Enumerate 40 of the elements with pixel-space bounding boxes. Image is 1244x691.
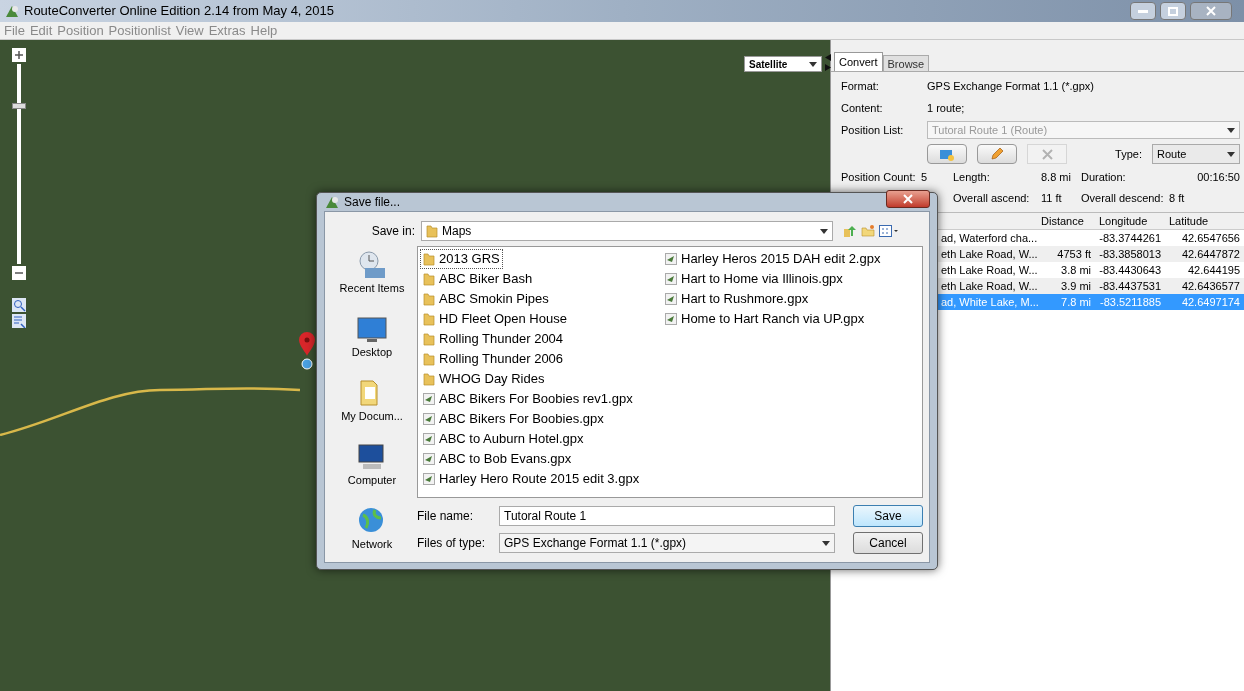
table-cell: 42.6436577: [1181, 280, 1240, 292]
stat-value: 8.8 mi: [1041, 170, 1071, 185]
stat-value: 11 ft: [1041, 190, 1062, 206]
stat-value: 5: [921, 170, 928, 185]
dialog-title: Save file...: [344, 194, 401, 211]
stat-value: 00:16:50: [1197, 170, 1240, 185]
stat-label: Overall descend:: [1081, 190, 1165, 206]
table-cell: 7.8 mi: [1061, 296, 1091, 308]
field-label: Type:: [1115, 146, 1142, 162]
table-cell: 4753 ft: [1057, 248, 1091, 260]
stat-label: Overall ascend:: [953, 190, 1031, 206]
stat-label: Position Count:: [841, 170, 917, 185]
table-cell: 42.6447872: [1181, 248, 1240, 260]
stat-label: Length:: [953, 170, 991, 185]
field-label: Position List:: [841, 122, 905, 138]
table-cell: 3.9 mi: [1061, 280, 1091, 292]
table-cell: -83.5211885: [1100, 296, 1161, 308]
table-cell: -83.3744261: [1099, 232, 1161, 244]
window-title: RouteConverter Online Edition 2.14 from May 4, 2015: [24, 2, 334, 21]
table-cell: eth Lake Road, W...: [941, 280, 1038, 292]
table-cell: -83.4437531: [1099, 280, 1161, 292]
table-cell: -83.3858013: [1099, 248, 1161, 260]
format-value: GPS Exchange Format 1.1 (*.gpx): [927, 79, 1094, 94]
save-in-label: Save in:: [370, 223, 415, 240]
table-cell: eth Lake Road, W...: [941, 264, 1038, 276]
table-cell: -83.4430643: [1099, 264, 1161, 276]
stat-value: 8 ft: [1169, 190, 1185, 206]
stat-label: Duration:: [1081, 170, 1127, 185]
table-cell: ad, Waterford cha...: [941, 232, 1038, 244]
table-cell: 42.6547656: [1181, 232, 1240, 244]
table-cell: 42.6497174: [1181, 296, 1240, 308]
field-label: Content:: [841, 100, 884, 116]
table-cell: 42.644195: [1188, 264, 1240, 276]
table-cell: ad, White Lake, M...: [941, 296, 1039, 308]
file-name-label: File name:: [417, 508, 475, 525]
table-cell: 3.8 mi: [1061, 264, 1091, 276]
content-value: 1 route;: [927, 100, 965, 116]
file-type-label: Files of type:: [417, 535, 487, 552]
field-label: Format:: [841, 79, 880, 94]
table-cell: eth Lake Road, W...: [941, 248, 1038, 260]
